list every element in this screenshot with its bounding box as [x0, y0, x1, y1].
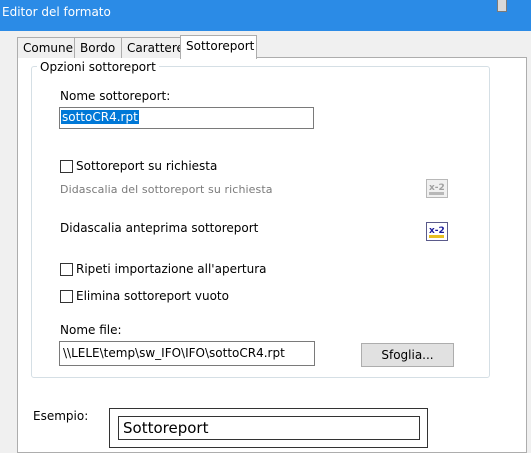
options-group-legend: Opzioni sottoreport: [37, 60, 159, 74]
close-button[interactable]: [497, 0, 507, 12]
formula-x2-icon: x-2: [426, 179, 448, 198]
tab-carattere[interactable]: Carattere: [121, 37, 184, 58]
example-preview-text: Sottoreport: [118, 416, 420, 440]
subreport-name-input[interactable]: sottoCR4.rpt: [59, 107, 314, 129]
reimport-label[interactable]: Ripeti importazione all'apertura: [76, 262, 266, 276]
title-bar: Editor del formato: [0, 0, 531, 31]
on-demand-checkbox[interactable]: [60, 160, 73, 173]
on-demand-label[interactable]: Sottoreport su richiesta: [76, 159, 217, 173]
file-name-input[interactable]: \\LELE\temp\sw_IFO\IFO\sottoCR4.rpt: [59, 341, 315, 366]
reimport-checkbox[interactable]: [60, 263, 73, 276]
subreport-name-label: Nome sottoreport:: [60, 89, 171, 103]
on-demand-caption-formula-button[interactable]: x-2: [426, 179, 448, 198]
tab-sottoreport[interactable]: Sottoreport: [180, 35, 257, 59]
subreport-name-value: sottoCR4.rpt: [61, 110, 139, 124]
on-demand-caption-label: Didascalia del sottoreport su richiesta: [60, 183, 273, 196]
preview-caption-formula-button[interactable]: x-2: [426, 222, 448, 241]
suppress-blank-checkbox[interactable]: [60, 290, 73, 303]
formula-x2-icon: x-2: [426, 222, 448, 241]
example-label: Esempio:: [33, 409, 89, 423]
svg-text:x-2: x-2: [429, 226, 445, 236]
tab-label: Sottoreport: [186, 39, 255, 53]
preview-caption-label: Didascalia anteprima sottoreport: [60, 221, 259, 235]
tab-label: Bordo: [80, 41, 116, 55]
browse-button[interactable]: Sfoglia...: [361, 343, 454, 367]
window-title: Editor del formato: [2, 5, 111, 19]
suppress-blank-label[interactable]: Elimina sottoreport vuoto: [76, 289, 229, 303]
tab-comune[interactable]: Comune: [17, 37, 75, 58]
svg-text:x-2: x-2: [429, 183, 445, 193]
tab-label: Comune: [23, 41, 74, 55]
file-name-label: Nome file:: [60, 323, 122, 337]
tab-bordo[interactable]: Bordo: [74, 37, 122, 58]
tab-label: Carattere: [127, 41, 184, 55]
